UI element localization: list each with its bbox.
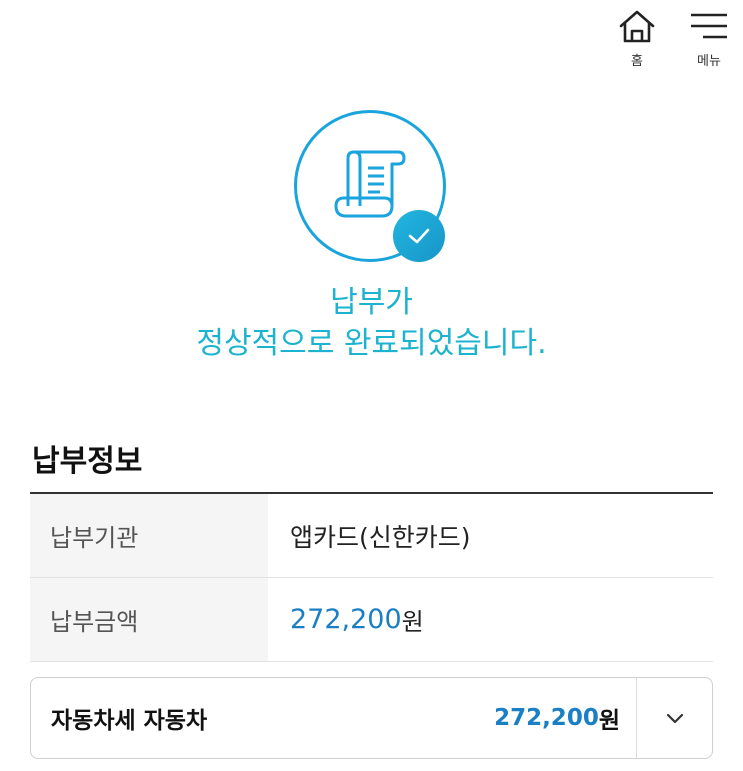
receipt-status-graphic [293, 110, 450, 266]
payment-amount-value: 272,200 원 [268, 578, 713, 661]
payment-agency-label: 납부기관 [30, 494, 268, 577]
payment-amount-number: 272,200 [290, 604, 402, 635]
home-button[interactable]: 홈 [615, 8, 659, 69]
completion-message-line1: 납부가 [330, 285, 413, 320]
home-icon [619, 10, 655, 43]
payment-amount-unit: 원 [401, 608, 424, 636]
hamburger-menu-icon [691, 13, 727, 39]
receipt-scroll-icon [334, 150, 405, 218]
home-label: 홈 [631, 54, 643, 69]
payment-info-table: 납부기관 앱카드(신한카드) 납부금액 272,200 원 [30, 492, 713, 662]
payment-amount-label: 납부금액 [30, 578, 268, 661]
menu-button[interactable]: 메뉴 [687, 8, 731, 69]
tax-detail-title: 자동차세 자동차 [51, 708, 208, 734]
completion-message-line2: 정상적으로 완료되었습니다. [196, 326, 547, 361]
completion-message: 납부가 정상적으로 완료되었습니다. [0, 282, 743, 364]
chevron-down-icon [666, 713, 683, 724]
tax-detail-amount-number: 272,200 [494, 705, 599, 731]
tax-detail-amount: 272,200 원 [494, 678, 636, 758]
table-row: 납부기관 앱카드(신한카드) [30, 494, 713, 578]
check-badge [392, 210, 445, 262]
payment-info-title: 납부정보 [32, 444, 143, 479]
menu-label: 메뉴 [697, 54, 721, 69]
expand-toggle-button[interactable] [636, 678, 712, 758]
completion-hero: 납부가 정상적으로 완료되었습니다. [0, 110, 743, 364]
tax-detail-accordion[interactable]: 자동차세 자동차 272,200 원 [30, 677, 713, 759]
table-row: 납부금액 272,200 원 [30, 578, 713, 662]
tax-detail-amount-unit: 원 [598, 708, 620, 734]
check-icon [408, 228, 429, 244]
payment-agency-value: 앱카드(신한카드) [290, 522, 471, 552]
top-navigation: 홈 메뉴 [615, 8, 731, 69]
